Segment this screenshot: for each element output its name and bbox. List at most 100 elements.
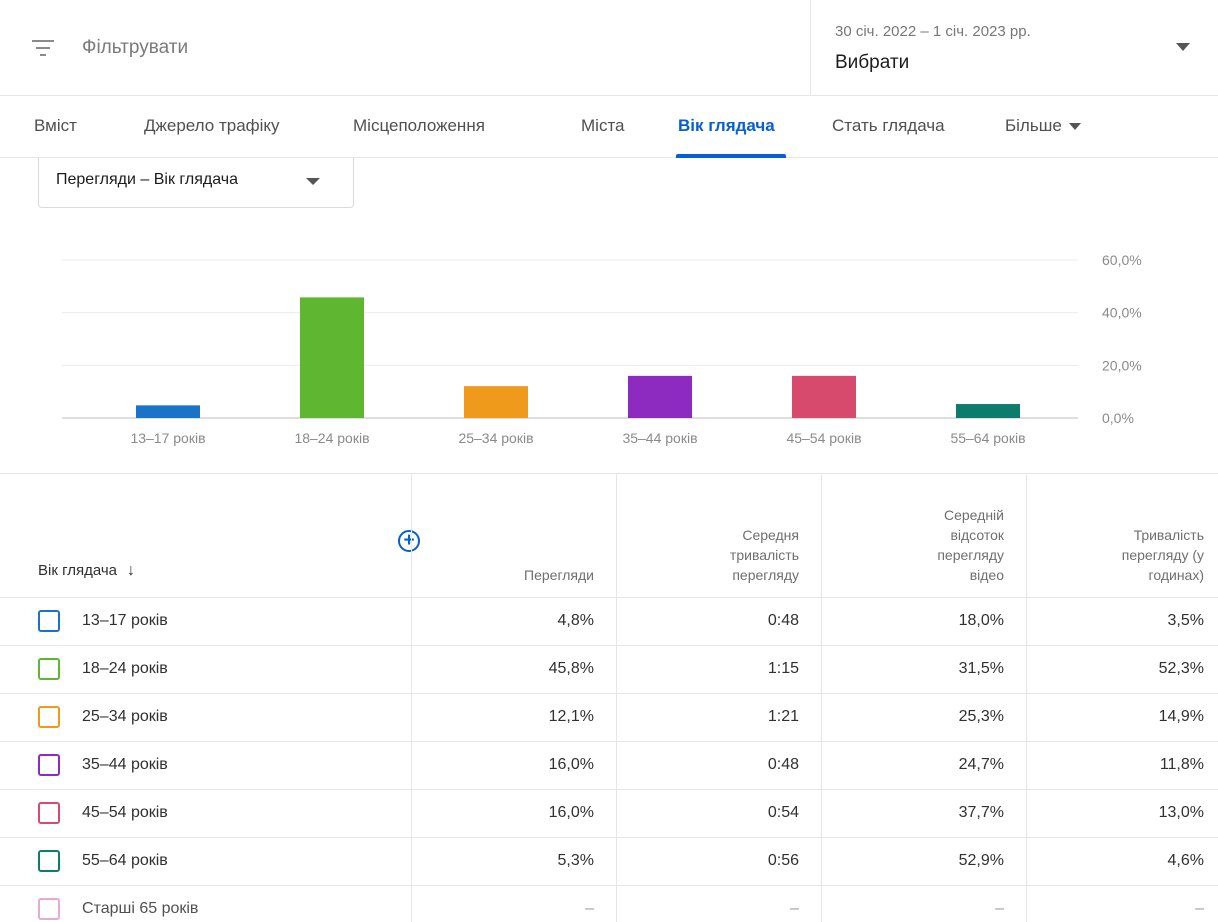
- cell-avg-duration: 0:54: [616, 790, 821, 838]
- x-tick-label: 13–17 років: [130, 430, 205, 446]
- metric-dropdown[interactable]: Перегляди – Вік глядача: [38, 158, 354, 208]
- table-row: 25–34 років 12,1% 1:21 25,3% 14,9%: [0, 694, 1218, 742]
- arrow-down-icon[interactable]: ↓: [127, 562, 135, 580]
- x-tick-label: 55–64 років: [950, 430, 1025, 446]
- cell-avg-duration: 0:48: [616, 598, 821, 646]
- cell-value: 16,0%: [548, 756, 594, 773]
- filter-icon[interactable]: [32, 38, 54, 58]
- cell-value: –: [585, 900, 594, 917]
- cell-views: 16,0%: [411, 790, 616, 838]
- metric-dropdown-label: Перегляди – Вік глядача: [56, 171, 239, 188]
- bar[interactable]: [464, 386, 528, 418]
- cell-value: –: [1195, 900, 1204, 917]
- top-filter-bar: Фільтрувати 30 січ. 2022 – 1 січ. 2023 р…: [0, 0, 1218, 96]
- cell-avg-duration: 0:48: [616, 742, 821, 790]
- row-label: 13–17 років: [82, 612, 168, 629]
- column-header-viewer-age[interactable]: Вік глядача ↓: [38, 562, 135, 580]
- cell-avg-duration: 1:15: [616, 646, 821, 694]
- table-row: 13–17 років 4,8% 0:48 18,0% 3,5%: [0, 598, 1218, 646]
- cell-avg-percent: 24,7%: [821, 742, 1026, 790]
- cell-value: –: [790, 900, 799, 917]
- bar[interactable]: [956, 404, 1020, 418]
- column-header-watch-time[interactable]: Тривалість перегляду (у годинах): [1026, 474, 1218, 599]
- cell-value: 24,7%: [958, 756, 1004, 773]
- x-tick-label: 25–34 років: [458, 430, 533, 446]
- cell-value: 4,6%: [1167, 852, 1204, 869]
- cell-views: –: [411, 886, 616, 922]
- cell-value: 52,3%: [1158, 660, 1204, 677]
- row-label: 18–24 років: [82, 660, 168, 677]
- cell-avg-percent: 37,7%: [821, 790, 1026, 838]
- column-header-viewer-age-label: Вік глядача: [38, 562, 118, 579]
- cell-value: 5,3%: [557, 852, 594, 869]
- cell-watch-time: 11,8%: [1026, 742, 1218, 790]
- column-header-line: відсоток: [950, 527, 1004, 543]
- cell-value: 52,9%: [958, 852, 1004, 869]
- tab-more[interactable]: Більше: [1005, 116, 1081, 136]
- cell-watch-time: 3,5%: [1026, 598, 1218, 646]
- tab-content[interactable]: Вміст: [34, 116, 77, 136]
- age-bar-chart: 0,0% 20,0% 40,0% 60,0% 13–17 років 18–24 рокі…: [62, 252, 1142, 446]
- row-checkbox[interactable]: [38, 802, 60, 824]
- cell-value: 37,7%: [958, 804, 1004, 821]
- cell-views: 45,8%: [411, 646, 616, 694]
- y-tick-label: 40,0%: [1102, 305, 1142, 321]
- filter-input[interactable]: Фільтрувати: [82, 37, 188, 59]
- bar[interactable]: [136, 405, 200, 418]
- table-row: 55–64 років 5,3% 0:56 52,9% 4,6%: [0, 838, 1218, 886]
- cell-value: 25,3%: [958, 708, 1004, 725]
- table-row: 45–54 років 16,0% 0:54 37,7% 13,0%: [0, 790, 1218, 838]
- caret-down-icon: [306, 178, 320, 185]
- date-range-text: 30 січ. 2022 – 1 січ. 2023 рр.: [835, 23, 1031, 40]
- row-checkbox[interactable]: [38, 658, 60, 680]
- column-header-views[interactable]: Перегляди: [411, 474, 616, 599]
- row-checkbox[interactable]: [38, 850, 60, 872]
- tab-viewer-age[interactable]: Вік глядача: [678, 116, 775, 136]
- cell-avg-duration: 0:56: [616, 838, 821, 886]
- tab-more-label: Більше: [1005, 116, 1062, 135]
- cell-value: 16,0%: [548, 804, 594, 821]
- date-range-picker[interactable]: 30 січ. 2022 – 1 січ. 2023 рр. Вибрати: [810, 0, 1218, 96]
- column-header-line: перегляду: [732, 567, 799, 583]
- x-tick-label: 18–24 років: [294, 430, 369, 446]
- cell-value: 11,8%: [1159, 756, 1204, 773]
- cell-avg-percent: –: [821, 886, 1026, 922]
- tab-cities[interactable]: Міста: [581, 116, 625, 136]
- x-tick-label: 45–54 років: [786, 430, 861, 446]
- tab-traffic-source[interactable]: Джерело трафіку: [144, 116, 280, 136]
- cell-watch-time: 4,6%: [1026, 838, 1218, 886]
- column-header-avg-duration[interactable]: Середня тривалість перегляду: [616, 474, 821, 599]
- row-label: 45–54 років: [82, 804, 168, 821]
- cell-value: 0:48: [767, 756, 799, 773]
- cell-value: 4,8%: [557, 612, 594, 629]
- cell-watch-time: 14,9%: [1026, 694, 1218, 742]
- cell-avg-duration: 1:21: [616, 694, 821, 742]
- cell-avg-percent: 31,5%: [821, 646, 1026, 694]
- table-row: 18–24 років 45,8% 1:15 31,5% 52,3%: [0, 646, 1218, 694]
- y-tick-label: 0,0%: [1102, 410, 1134, 426]
- table-row: 35–44 років 16,0% 0:48 24,7% 11,8%: [0, 742, 1218, 790]
- y-tick-label: 20,0%: [1102, 357, 1142, 373]
- y-tick-label: 60,0%: [1102, 252, 1142, 268]
- cell-value: 1:15: [767, 660, 799, 677]
- tab-viewer-gender[interactable]: Стать глядача: [832, 116, 945, 136]
- cell-value: 18,0%: [958, 612, 1004, 629]
- row-label: Старші 65 років: [82, 900, 199, 917]
- bar[interactable]: [628, 375, 692, 418]
- table-row: Старші 65 років – – – –: [0, 886, 1218, 922]
- tab-geography[interactable]: Місцеположення: [353, 116, 485, 136]
- column-header-line: годинах): [1148, 567, 1204, 583]
- row-checkbox[interactable]: [38, 754, 60, 776]
- bar[interactable]: [792, 375, 856, 418]
- row-checkbox[interactable]: [38, 706, 60, 728]
- row-checkbox[interactable]: [38, 898, 60, 920]
- row-label: 55–64 років: [82, 852, 168, 869]
- column-header-avg-percent[interactable]: Середній відсоток перегляду відео: [821, 474, 1026, 599]
- column-header-line: перегляду (у: [1121, 547, 1204, 563]
- cell-value: 12,1%: [548, 708, 594, 725]
- cell-avg-percent: 25,3%: [821, 694, 1026, 742]
- column-header-line: тривалість: [729, 547, 799, 563]
- row-checkbox[interactable]: [38, 610, 60, 632]
- cell-avg-duration: –: [616, 886, 821, 922]
- bar[interactable]: [300, 297, 364, 418]
